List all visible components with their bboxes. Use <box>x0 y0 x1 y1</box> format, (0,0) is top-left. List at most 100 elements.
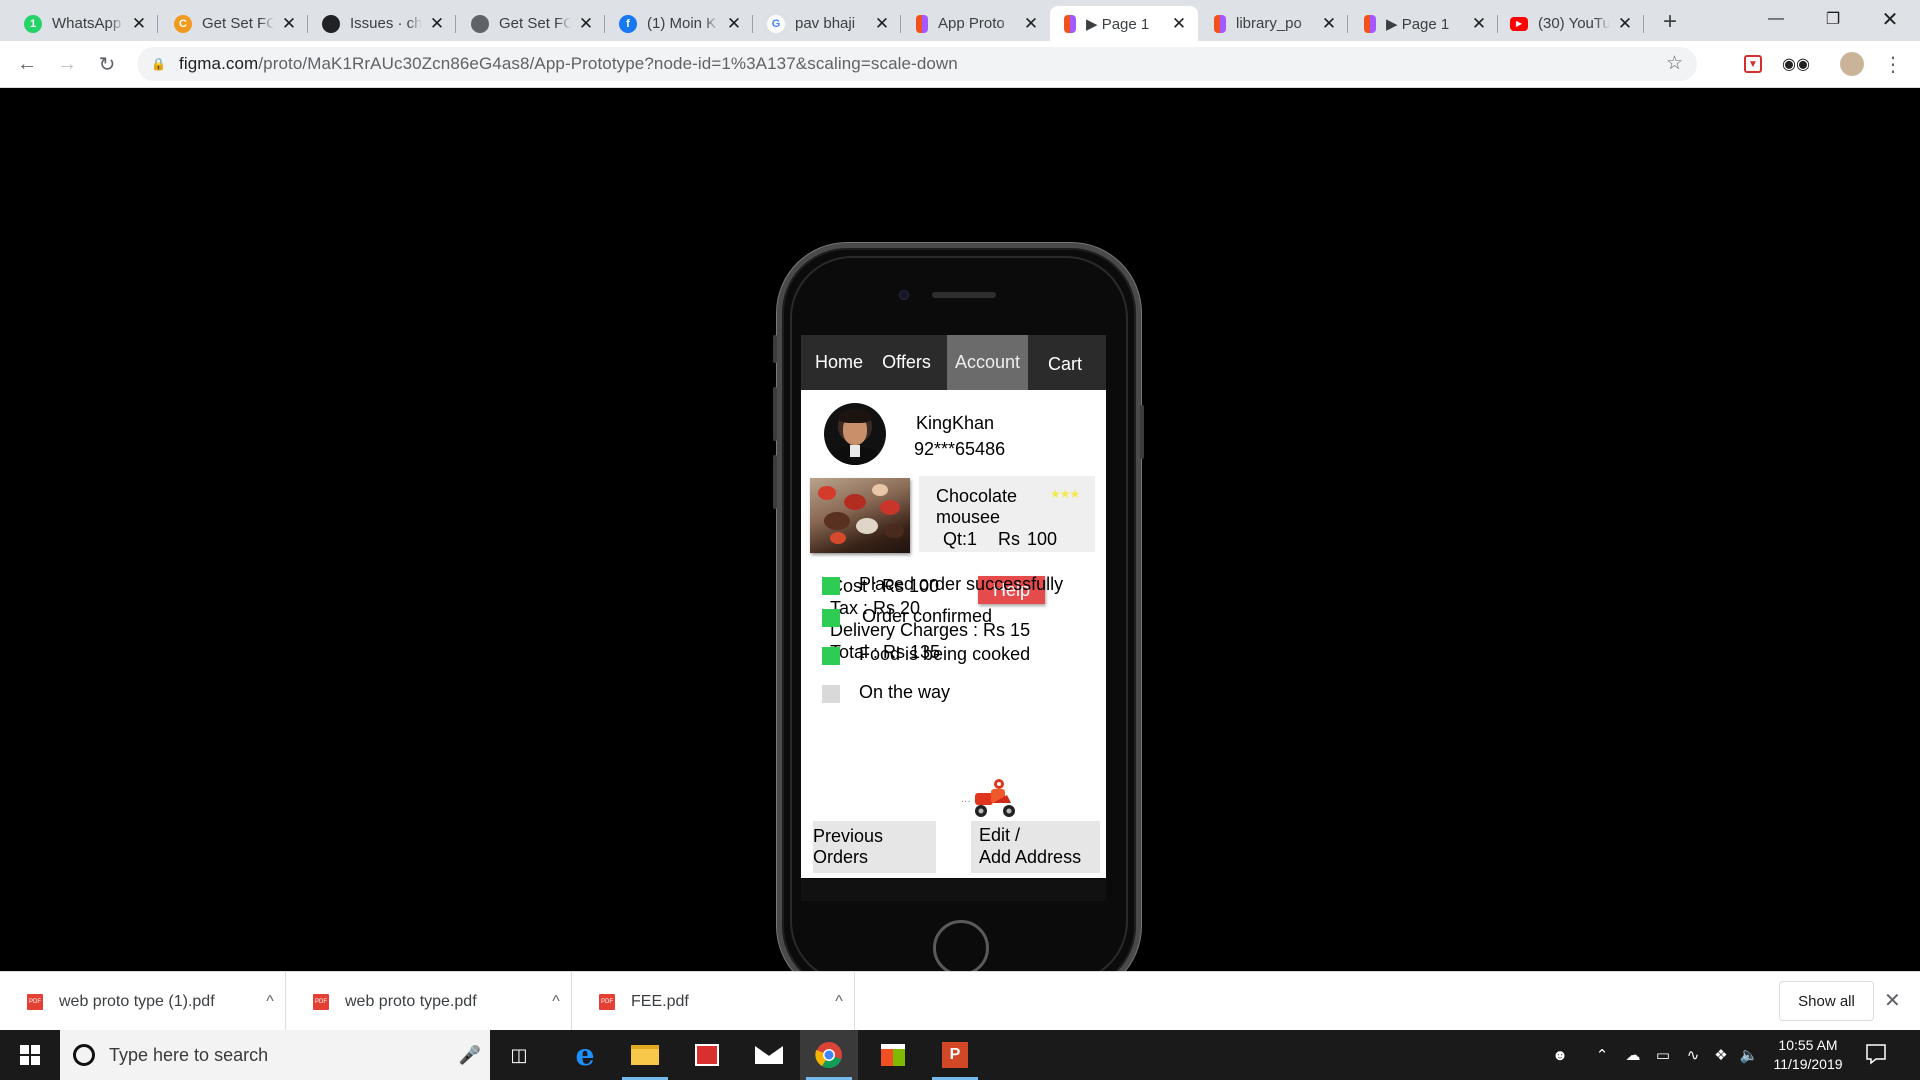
tab-close-icon[interactable]: ✕ <box>280 14 298 34</box>
file-explorer-icon[interactable] <box>616 1030 674 1080</box>
pdf-icon: PDF <box>27 993 43 1010</box>
phone-camera <box>899 290 909 300</box>
figma-icon <box>1214 14 1226 33</box>
browser-tab[interactable]: ▶ Page 1 ✕ <box>1050 6 1198 41</box>
close-shelf-icon[interactable]: ✕ <box>1884 988 1901 1013</box>
download-item[interactable]: PDF web proto type.pdf ^ <box>286 972 572 1031</box>
download-item[interactable]: PDF FEE.pdf ^ <box>572 972 855 1031</box>
edge-browser-icon[interactable]: e <box>556 1030 614 1080</box>
address-bar[interactable]: 🔒 figma.com/proto/MaK1RrAUc30Zcn86eG4as8… <box>137 47 1697 81</box>
tab-title: Get Set FC <box>202 15 274 32</box>
incognito-extension-icon[interactable]: ◉◉ <box>1782 53 1810 75</box>
browser-tab[interactable]: ▶ (30) YouTu ✕ <box>1496 6 1644 41</box>
status-indicator <box>822 577 840 595</box>
browser-tab[interactable]: Gpav bhaji ✕ <box>753 6 901 41</box>
phone-speaker <box>932 292 996 298</box>
status-indicator <box>822 685 840 703</box>
minimize-button[interactable]: — <box>1748 0 1804 38</box>
dropbox-icon[interactable]: ❖ <box>1708 1030 1734 1080</box>
app-nav-bar: Home Offers Account Cart <box>801 335 1106 390</box>
avatar-hair <box>839 409 871 423</box>
new-tab-button[interactable]: + <box>1656 8 1684 36</box>
order-item-name: Chocolate mousee <box>936 486 1018 527</box>
screen-bottom-bezel <box>801 879 1106 901</box>
microphone-icon[interactable]: 🎤 <box>450 1045 490 1066</box>
avatar-shirt <box>850 445 860 457</box>
chevron-up-icon[interactable]: ^ <box>255 993 285 1011</box>
tab-close-icon[interactable]: ✕ <box>1170 14 1188 34</box>
volume-icon[interactable]: 🔈 <box>1736 1030 1762 1080</box>
reload-icon[interactable]: ↻ <box>92 49 122 79</box>
action-center-icon[interactable] <box>1864 1042 1888 1066</box>
browser-menu-icon[interactable]: ⋮ <box>1882 53 1904 76</box>
system-clock[interactable]: 10:55 AM 11/19/2019 <box>1768 1036 1848 1074</box>
chevron-up-icon[interactable]: ^ <box>824 993 854 1011</box>
status-row-2: Food is being cooked <box>801 644 1106 668</box>
url-host: figma.com <box>179 54 259 73</box>
show-all-downloads-button[interactable]: Show all <box>1779 981 1874 1021</box>
tab-separator <box>1643 15 1644 33</box>
tab-close-icon[interactable]: ✕ <box>1616 14 1634 34</box>
delivery-scooter-icon: ··· <box>961 779 1015 817</box>
tab-title: Get Set FC <box>499 15 571 32</box>
tab-close-icon[interactable]: ✕ <box>1470 14 1488 34</box>
phone-volume-up <box>773 387 777 441</box>
app-screen: Home Offers Account Cart KingKhan 92***6… <box>801 335 1106 878</box>
tab-close-icon[interactable]: ✕ <box>1320 14 1338 34</box>
edit-address-button[interactable]: Edit / Add Address <box>971 821 1100 873</box>
nav-offers[interactable]: Offers <box>874 335 939 390</box>
powerpoint-icon[interactable]: P <box>926 1030 984 1080</box>
close-window-button[interactable]: ✕ <box>1862 0 1918 38</box>
tab-close-icon[interactable]: ✕ <box>725 14 743 34</box>
chrome-icon[interactable] <box>800 1030 858 1080</box>
download-item[interactable]: PDF web proto type (1).pdf ^ <box>0 972 286 1031</box>
tab-title: WhatsApp <box>52 15 122 32</box>
nav-account[interactable]: Account <box>947 335 1028 390</box>
bookmark-star-icon[interactable]: ☆ <box>1666 52 1683 75</box>
tab-close-icon[interactable]: ✕ <box>130 14 148 34</box>
url-text: figma.com/proto/MaK1RrAUc30Zcn86eG4as8/A… <box>179 54 958 74</box>
chevron-up-icon[interactable]: ^ <box>541 993 571 1011</box>
browser-tab[interactable]: library_po ✕ <box>1200 6 1348 41</box>
pdf-icon: PDF <box>599 993 615 1010</box>
nav-home[interactable]: Home <box>805 335 873 390</box>
store-icon[interactable] <box>864 1030 922 1080</box>
browser-tab[interactable]: C Get Set FC ✕ <box>160 6 308 41</box>
people-icon[interactable]: ☻ <box>1545 1030 1575 1080</box>
svg-text:···: ··· <box>961 797 971 808</box>
tab-close-icon[interactable]: ✕ <box>1022 14 1040 34</box>
order-item-card[interactable]: Chocolate mousee ★★★ Qt:1 Rs 100 <box>919 476 1095 552</box>
tab-close-icon[interactable]: ✕ <box>577 14 595 34</box>
previous-orders-button[interactable]: Previous Orders <box>813 821 936 873</box>
maximize-button[interactable]: ❐ <box>1805 0 1861 38</box>
forward-icon[interactable]: → <box>52 49 82 79</box>
task-view-icon[interactable]: ◫ <box>490 1030 548 1080</box>
gift-app-icon[interactable] <box>678 1030 736 1080</box>
tab-close-icon[interactable]: ✕ <box>873 14 891 34</box>
onedrive-icon[interactable]: ☁ <box>1618 1030 1648 1080</box>
browser-tab[interactable]: 1 WhatsApp ✕ <box>10 6 158 41</box>
windows-start-button[interactable] <box>0 1030 60 1080</box>
nav-cart[interactable]: Cart <box>1031 335 1099 390</box>
search-placeholder: Type here to search <box>109 1044 269 1065</box>
browser-tab[interactable]: ▶ Page 1 ✕ <box>1350 6 1498 41</box>
cortana-icon <box>73 1044 95 1066</box>
tray-chevron-up-icon[interactable]: ⌃ <box>1590 1030 1614 1080</box>
browser-tab[interactable]: Issues · ch ✕ <box>308 6 456 41</box>
tab-close-icon[interactable]: ✕ <box>428 14 446 34</box>
wifi-icon[interactable]: ∿ <box>1680 1030 1706 1080</box>
browser-tab[interactable]: App Proto ✕ <box>902 6 1050 41</box>
pocket-extension-icon[interactable]: ▼ <box>1744 55 1762 73</box>
browser-tab[interactable]: Get Set FC ✕ <box>457 6 605 41</box>
github-icon <box>322 14 340 33</box>
battery-icon[interactable]: ▭ <box>1650 1030 1676 1080</box>
browser-toolbar: ← → ↻ 🔒 figma.com/proto/MaK1RrAUc30Zcn86… <box>0 41 1920 88</box>
browser-tab[interactable]: f (1) Moin K ✕ <box>605 6 753 41</box>
profile-avatar-icon[interactable] <box>1840 52 1864 76</box>
tab-separator <box>1347 15 1348 33</box>
mail-icon[interactable] <box>740 1030 798 1080</box>
taskbar-search[interactable]: Type here to search 🎤 <box>60 1030 490 1080</box>
back-icon[interactable]: ← <box>12 49 42 79</box>
tab-title: pav bhaji <box>795 15 856 32</box>
tab-title: ▶ Page 1 <box>1086 15 1150 33</box>
